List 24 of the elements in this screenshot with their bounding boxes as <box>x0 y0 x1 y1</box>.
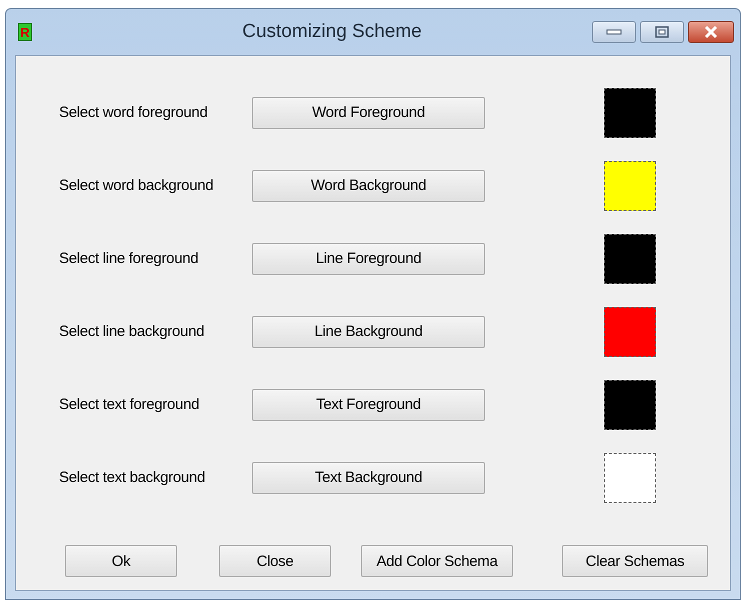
maximize-button[interactable] <box>640 21 684 43</box>
color-picker-button[interactable]: Text Foreground <box>252 388 485 420</box>
dialog-button[interactable]: Add Color Schema <box>361 545 513 577</box>
app-icon: R <box>18 23 32 41</box>
color-picker-button[interactable]: Line Foreground <box>252 242 485 274</box>
color-picker-button[interactable]: Line Background <box>252 316 485 348</box>
option-label: Select line foreground <box>59 250 200 267</box>
color-picker-button[interactable]: Text Background <box>252 462 485 494</box>
window-title: Customizing Scheme <box>241 21 423 43</box>
color-picker-button[interactable]: Word Background <box>252 170 485 202</box>
close-icon <box>704 26 718 38</box>
option-label: Select text background <box>59 469 206 486</box>
option-label: Select text foreground <box>59 396 200 413</box>
minimize-icon <box>606 28 622 36</box>
dialog-button[interactable]: Close <box>219 545 331 577</box>
option-label: Select word background <box>59 177 214 194</box>
dialog-button[interactable]: Clear Schemas <box>562 545 708 577</box>
option-label: Select line background <box>59 323 206 340</box>
maximize-icon <box>655 26 669 38</box>
option-label: Select word foreground <box>59 104 208 121</box>
close-button[interactable] <box>688 21 734 43</box>
dialog-button[interactable]: Ok <box>65 545 177 577</box>
color-picker-button[interactable]: Word Foreground <box>252 96 485 128</box>
minimize-button[interactable] <box>592 21 636 43</box>
